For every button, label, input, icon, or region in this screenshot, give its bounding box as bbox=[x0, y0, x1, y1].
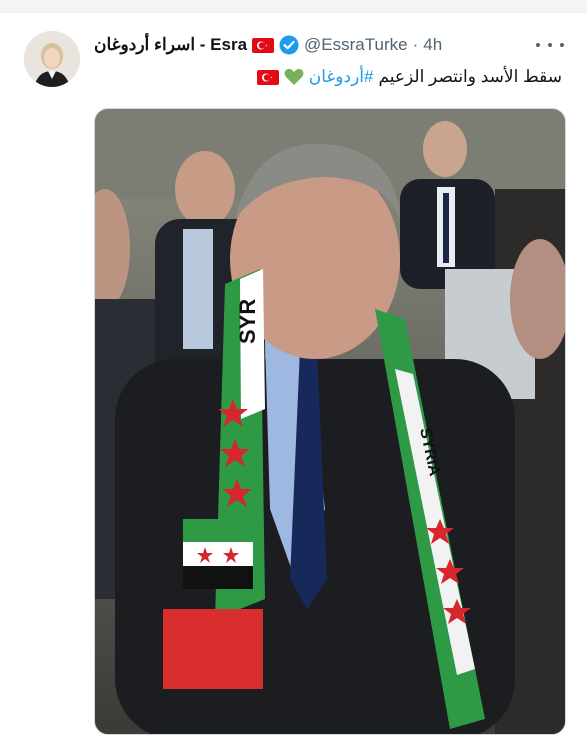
avatar[interactable] bbox=[24, 31, 80, 87]
bystander-face bbox=[423, 121, 467, 177]
bystander-face bbox=[175, 151, 235, 227]
user-handle[interactable]: @EssraTurke bbox=[304, 35, 408, 55]
tweet-body: سقط الأسد وانتصر الزعيم bbox=[378, 67, 562, 86]
turkey-flag-icon bbox=[256, 69, 279, 85]
scarf-fringe bbox=[163, 609, 263, 689]
top-divider bbox=[0, 0, 587, 13]
tweet-header: اسراء أردوغان - Esra @EssraTurke · 4h bbox=[94, 33, 534, 57]
verified-badge-icon bbox=[279, 35, 299, 55]
more-options-icon[interactable] bbox=[536, 36, 564, 54]
display-name[interactable]: اسراء أردوغان - Esra bbox=[94, 35, 247, 55]
turkey-flag-icon bbox=[252, 37, 275, 53]
hashtag-link[interactable]: #أردوغان bbox=[309, 67, 374, 87]
tweet-text: سقط الأسد وانتصر الزعيم #أردوغان bbox=[256, 64, 562, 90]
scarf-text: SYR bbox=[235, 299, 260, 344]
tweet-time[interactable]: 4h bbox=[423, 35, 442, 55]
separator-dot: · bbox=[412, 35, 419, 54]
green-heart-icon bbox=[284, 68, 304, 86]
tweet-photo[interactable]: SYR SYRIA bbox=[94, 108, 566, 735]
